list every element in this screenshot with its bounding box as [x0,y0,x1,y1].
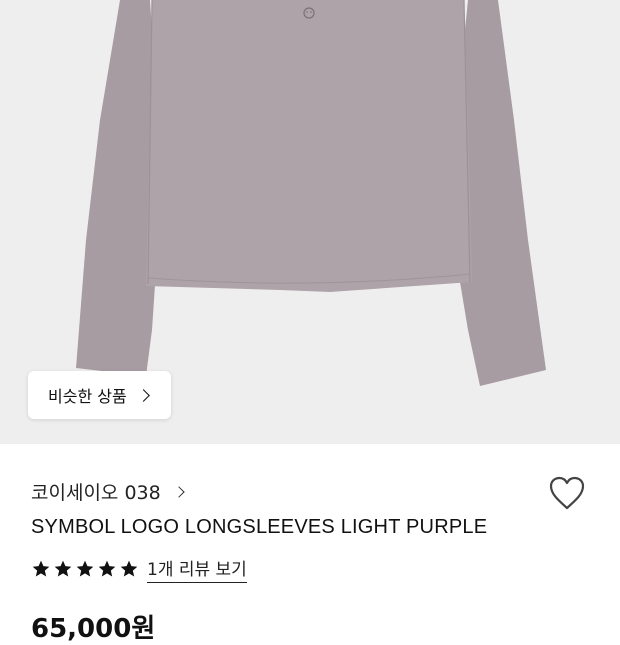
star-filled-icon [120,560,138,577]
brand-name: 코이세이오 038 [31,482,161,504]
rating-row: 1개 리뷰 보기 [31,555,247,583]
product-info-panel: 코이세이오 038 SYMBOL LOGO LONGSLEEVES LIGHT … [0,444,620,644]
chevron-right-icon [136,388,150,402]
chevron-right-icon [173,485,185,498]
product-price: 65,000원 [31,614,156,644]
similar-products-label: 비슷한 상품 [48,387,127,406]
brand-link[interactable]: 코이세이오 038 [31,478,185,505]
star-filled-icon [54,560,72,577]
star-filled-icon [76,560,94,577]
heart-outline-icon[interactable] [548,475,586,511]
star-filled-icon [98,560,116,577]
similar-products-button[interactable]: 비슷한 상품 [28,371,171,419]
review-link[interactable]: 1개 리뷰 보기 [147,555,247,583]
product-image[interactable]: 비슷한 상품 [0,0,620,444]
product-title: SYMBOL LOGO LONGSLEEVES LIGHT PURPLE [31,516,488,538]
star-filled-icon [32,560,50,577]
star-rating [31,559,139,579]
